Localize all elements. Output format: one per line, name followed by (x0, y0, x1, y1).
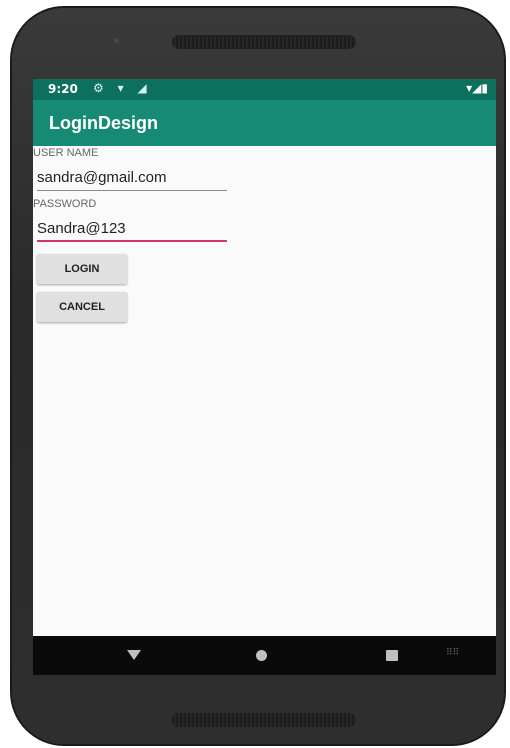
status-time: 9:20 (48, 82, 78, 96)
back-icon[interactable] (127, 650, 141, 660)
top-speaker-grille (172, 35, 356, 49)
password-field[interactable]: Sandra@123 (37, 218, 227, 242)
cancel-button[interactable]: CANCEL (37, 292, 127, 322)
home-icon[interactable] (256, 650, 267, 661)
password-underline (37, 240, 227, 242)
password-value: Sandra@123 (37, 220, 126, 237)
username-value: sandra@gmail.com (37, 169, 167, 186)
app-title: LoginDesign (49, 113, 158, 133)
bottom-speaker-grille (172, 713, 356, 727)
password-label: PASSWORD (33, 198, 97, 210)
device-screen: 9:20 ⚙ ▾ ◢ ▾◢▮ LoginDesign USER NAME san… (33, 79, 496, 675)
status-bar: 9:20 ⚙ ▾ ◢ ▾◢▮ (33, 79, 496, 100)
username-label: USER NAME (33, 147, 99, 159)
notification-icons: ⚙ ▾ ◢ (93, 81, 152, 95)
navigation-bar: ⠿⠿ (33, 636, 496, 675)
front-camera (114, 38, 119, 43)
recent-apps-icon[interactable] (386, 650, 398, 661)
keyboard-icon[interactable]: ⠿⠿ (446, 648, 459, 658)
username-field[interactable]: sandra@gmail.com (37, 167, 227, 191)
username-underline (37, 190, 227, 191)
app-bar: LoginDesign (33, 100, 496, 146)
login-form: USER NAME sandra@gmail.com PASSWORD Sand… (33, 146, 496, 636)
login-button[interactable]: LOGIN (37, 254, 127, 284)
signal-battery-icons: ▾◢▮ (466, 81, 488, 95)
